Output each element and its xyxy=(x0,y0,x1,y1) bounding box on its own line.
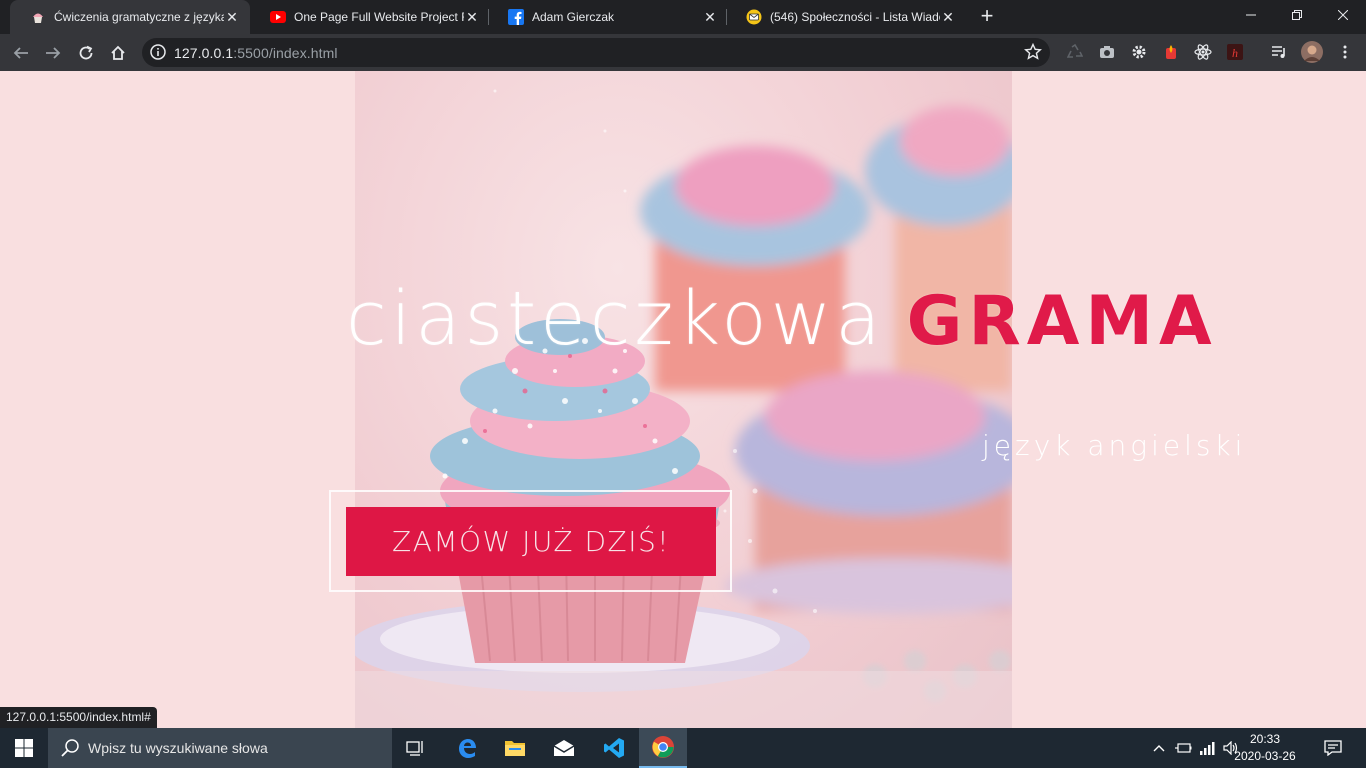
edge-icon xyxy=(459,739,476,758)
chevron-up-icon xyxy=(1153,745,1165,752)
chrome-taskbar-button[interactable] xyxy=(639,728,687,768)
hero-title: ciasteczkowa GRAMA xyxy=(346,276,1218,362)
cupcake-favicon-icon xyxy=(30,9,46,25)
cupcakes-illustration xyxy=(355,89,1012,728)
tab-youtube[interactable]: One Page Full Website Project Fo ✕ xyxy=(250,0,490,34)
home-button[interactable] xyxy=(105,40,131,66)
status-bar-url: 127.0.0.1:5500/index.html# xyxy=(0,707,157,728)
facebook-icon xyxy=(508,9,524,25)
vscode-icon xyxy=(604,738,624,758)
tab-label: Ćwiczenia gramatyczne z języka a xyxy=(54,10,224,24)
clock-time: 20:33 xyxy=(1249,732,1281,746)
new-tab-button[interactable]: + xyxy=(976,5,998,27)
network-signal-icon xyxy=(1200,742,1215,755)
battery-tray-button[interactable] xyxy=(1172,728,1194,768)
vscode-taskbar-button[interactable] xyxy=(590,728,638,768)
cupcake-hero-image xyxy=(355,71,1012,728)
browser-tab-strip: Ćwiczenia gramatyczne z języka a ✕ One P… xyxy=(0,0,1366,34)
search-placeholder: Wpisz tu wyszukiwane słowa xyxy=(88,740,268,756)
order-now-button[interactable]: ZAMÓW JUŻ DZIŚ! xyxy=(346,507,716,576)
back-button[interactable] xyxy=(8,40,34,66)
home-icon xyxy=(111,45,125,60)
mail-smiley-icon xyxy=(746,9,762,25)
task-view-button[interactable] xyxy=(392,728,440,768)
close-tab-icon[interactable]: ✕ xyxy=(464,9,480,25)
close-tab-icon[interactable]: ✕ xyxy=(940,9,956,25)
tab-label: Adam Gierczak xyxy=(532,10,615,24)
reload-icon xyxy=(79,45,93,60)
browser-menu-icon[interactable] xyxy=(1336,43,1354,61)
show-hidden-icons-button[interactable] xyxy=(1150,728,1168,768)
close-icon xyxy=(1338,10,1348,20)
mail-envelope-icon xyxy=(553,740,575,756)
browser-toolbar: 127.0.0.1:5500/index.html h xyxy=(0,34,1366,71)
extension-camera-icon[interactable] xyxy=(1098,43,1116,61)
chrome-icon xyxy=(652,736,674,758)
youtube-icon xyxy=(270,9,286,25)
close-tab-icon[interactable]: ✕ xyxy=(224,9,240,25)
hero-title-accent: GRAMA xyxy=(906,282,1218,361)
site-info-icon[interactable] xyxy=(150,44,166,60)
task-view-icon xyxy=(406,741,423,756)
tab-label: One Page Full Website Project Fo xyxy=(294,10,464,24)
folder-icon xyxy=(505,741,525,756)
file-explorer-button[interactable] xyxy=(491,728,539,768)
notification-icon xyxy=(1324,740,1342,756)
media-playlist-icon[interactable] xyxy=(1270,43,1288,61)
close-tab-icon[interactable]: ✕ xyxy=(702,9,718,25)
url-text: 127.0.0.1:5500/index.html xyxy=(174,45,338,61)
windows-taskbar: Wpisz tu wyszukiwane słowa 20:33 2020-03… xyxy=(0,728,1366,768)
back-arrow-icon xyxy=(13,47,28,59)
search-icon xyxy=(61,739,79,757)
action-center-button[interactable] xyxy=(1318,728,1348,768)
windows-logo-icon xyxy=(15,739,33,757)
page-viewport: ciasteczkowa GRAMA język angielski ZAMÓW … xyxy=(0,71,1366,728)
extension-hacker-icon[interactable]: h xyxy=(1226,43,1244,61)
hero-subtitle: język angielski xyxy=(982,429,1247,462)
hero-title-light: ciasteczkowa xyxy=(346,276,885,362)
restore-button[interactable] xyxy=(1274,0,1320,30)
extension-gear-icon[interactable] xyxy=(1130,43,1148,61)
minimize-icon xyxy=(1246,14,1256,16)
taskbar-clock[interactable]: 20:33 2020-03-26 xyxy=(1228,731,1302,765)
restore-icon xyxy=(1292,10,1302,20)
edge-taskbar-button[interactable] xyxy=(443,728,491,768)
battery-plug-icon xyxy=(1175,743,1192,753)
mail-taskbar-button[interactable] xyxy=(540,728,588,768)
forward-button[interactable] xyxy=(40,40,66,66)
taskbar-search-box[interactable]: Wpisz tu wyszukiwane słowa xyxy=(48,728,392,768)
reload-button[interactable] xyxy=(73,40,99,66)
tab-facebook[interactable]: Adam Gierczak ✕ xyxy=(488,0,728,34)
profile-avatar[interactable] xyxy=(1300,40,1324,64)
address-bar[interactable]: 127.0.0.1:5500/index.html xyxy=(142,38,1050,67)
extension-fire-icon[interactable] xyxy=(1162,43,1180,61)
tab-cwiczenia[interactable]: Ćwiczenia gramatyczne z języka a ✕ xyxy=(10,0,250,34)
svg-text:h: h xyxy=(1232,46,1238,60)
bookmark-star-icon[interactable] xyxy=(1024,43,1042,61)
minimize-button[interactable] xyxy=(1228,0,1274,30)
network-tray-button[interactable] xyxy=(1196,728,1218,768)
extension-react-icon[interactable] xyxy=(1194,43,1212,61)
clock-date: 2020-03-26 xyxy=(1234,749,1296,763)
extension-recycle-icon[interactable] xyxy=(1066,43,1084,61)
tab-label: (546) Społeczności - Lista Wiado xyxy=(770,10,940,24)
start-button[interactable] xyxy=(0,728,48,768)
close-window-button[interactable] xyxy=(1320,0,1366,30)
tab-spolecznosci[interactable]: (546) Społeczności - Lista Wiado ✕ xyxy=(726,0,966,34)
forward-arrow-icon xyxy=(46,47,61,59)
